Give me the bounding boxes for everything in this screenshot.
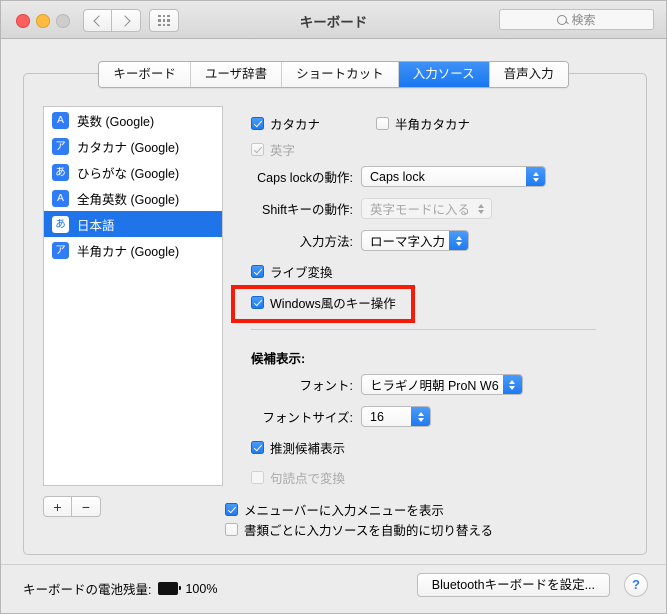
- input-source-badge-icon: A: [52, 111, 69, 129]
- checkbox-icon: [251, 143, 264, 156]
- predictive-candidates-checkbox[interactable]: 推測候補表示: [251, 438, 345, 457]
- show-input-menu-label: メニューバーに入力メニューを表示: [244, 503, 444, 518]
- list-item-label: 半角カナ (Google): [77, 244, 180, 259]
- hankaku-katakana-label: 半角カタカナ: [395, 118, 471, 132]
- add-input-source-button[interactable]: +: [43, 496, 72, 517]
- tab-keyboard[interactable]: キーボード: [99, 62, 191, 87]
- input-method-label: 入力方法:: [299, 235, 353, 249]
- input-source-badge-icon: A: [52, 189, 69, 207]
- list-item-selected[interactable]: あ 日本語: [44, 211, 222, 237]
- input-method-select[interactable]: ローマ字入力: [361, 230, 470, 251]
- auto-switch-source-checkbox[interactable]: 書類ごとに入力ソースを自動的に切り替える: [225, 519, 493, 539]
- live-conversion-label: ライブ変換: [270, 266, 333, 280]
- list-item[interactable]: ア カタカナ (Google): [44, 133, 222, 159]
- input-source-badge-icon: あ: [52, 215, 69, 233]
- auto-switch-source-label: 書類ごとに入力ソースを自動的に切り替える: [244, 523, 494, 538]
- candidates-heading: 候補表示:: [251, 348, 305, 367]
- caps-lock-value: Caps lock: [370, 169, 425, 184]
- katakana-label: カタカナ: [270, 118, 321, 132]
- caps-lock-label: Caps lockの動作:: [257, 171, 353, 185]
- search-placeholder: 検索: [571, 13, 596, 27]
- input-source-options-pane: カタカナ 半角カタカナ 英字 Caps lockの動作: Caps lock S…: [241, 106, 621, 486]
- hankaku-katakana-checkbox[interactable]: 半角カタカナ: [376, 114, 470, 133]
- checkbox-icon: [251, 441, 264, 454]
- caps-lock-row: Caps lockの動作: Caps lock: [241, 166, 546, 187]
- font-label: フォント:: [299, 379, 353, 393]
- battery-icon: [158, 582, 182, 595]
- setup-bluetooth-keyboard-button[interactable]: Bluetoothキーボードを設定...: [416, 573, 610, 597]
- font-size-value: 16: [370, 409, 384, 424]
- input-source-badge-icon: あ: [52, 163, 69, 181]
- input-method-row: 入力方法: ローマ字入力: [241, 230, 470, 251]
- checkbox-icon: [376, 117, 389, 130]
- list-item-label: 英数 (Google): [77, 114, 155, 129]
- input-method-value: ローマ字入力: [370, 235, 446, 249]
- candidates-heading-label: 候補表示:: [251, 352, 306, 366]
- list-item-label: 日本語: [77, 218, 115, 233]
- chevron-updown-icon: [474, 199, 487, 218]
- tab-shortcuts[interactable]: ショートカット: [282, 62, 399, 87]
- font-value: ヒラギノ明朝 ProN W6: [370, 379, 499, 393]
- section-divider: [251, 329, 596, 330]
- shift-key-row: Shiftキーの動作: 英字モードに入る: [241, 198, 493, 219]
- list-item[interactable]: ア 半角カナ (Google): [44, 237, 222, 263]
- list-item[interactable]: A 英数 (Google): [44, 107, 222, 133]
- input-source-list[interactable]: A 英数 (Google) ア カタカナ (Google) あ ひらがな (Go…: [43, 106, 223, 486]
- windows-keys-label: Windows風のキー操作: [270, 297, 396, 311]
- tab-bar: キーボード ユーザ辞書 ショートカット 入力ソース 音声入力: [1, 61, 666, 88]
- live-conversion-checkbox[interactable]: ライブ変換: [251, 262, 333, 281]
- chevron-updown-icon: [502, 375, 522, 394]
- shift-key-label: Shiftキーの動作:: [262, 203, 353, 217]
- window-titlebar: キーボード 検索: [1, 1, 666, 39]
- font-row: フォント: ヒラギノ明朝 ProN W6: [241, 374, 523, 395]
- checkbox-icon: [225, 522, 238, 536]
- caps-lock-select[interactable]: Caps lock: [361, 166, 546, 187]
- checkbox-icon: [251, 117, 264, 130]
- checkbox-icon: [225, 502, 238, 516]
- list-item-label: ひらがな (Google): [77, 166, 180, 181]
- tab-dictation[interactable]: 音声入力: [489, 62, 568, 87]
- list-add-remove-buttons: + −: [43, 496, 101, 517]
- global-input-options: メニューバーに入力メニューを表示 書類ごとに入力ソースを自動的に切り替える: [225, 499, 493, 539]
- show-input-menu-checkbox[interactable]: メニューバーに入力メニューを表示: [225, 499, 493, 519]
- chevron-updown-icon: [526, 167, 545, 186]
- font-size-row: フォントサイズ: 16: [241, 406, 431, 427]
- search-icon: [557, 14, 568, 25]
- checkbox-icon: [251, 471, 264, 484]
- preferences-window: キーボード 検索 キーボード ユーザ辞書 ショートカット 入力ソース 音声入力 …: [0, 0, 667, 614]
- katakana-checkbox[interactable]: カタカナ: [251, 114, 320, 133]
- list-item-label: 全角英数 (Google): [77, 192, 180, 207]
- tab-input-sources[interactable]: 入力ソース: [398, 62, 490, 87]
- shift-key-select: 英字モードに入る: [361, 198, 493, 219]
- footer-divider: [1, 564, 666, 565]
- input-source-badge-icon: ア: [52, 137, 69, 155]
- font-size-select[interactable]: 16: [361, 406, 431, 427]
- input-source-badge-icon: ア: [52, 241, 69, 259]
- search-input[interactable]: 検索: [499, 9, 654, 30]
- eiji-checkbox: 英字: [251, 140, 295, 159]
- list-item-label: カタカナ (Google): [77, 140, 180, 155]
- eiji-label: 英字: [270, 144, 296, 158]
- punctuation-conversion-checkbox: 句読点で変換: [251, 468, 345, 487]
- shift-key-value: 英字モードに入る: [370, 203, 471, 217]
- checkbox-icon: [251, 296, 264, 309]
- chevron-updown-icon: [449, 231, 469, 250]
- predictive-candidates-label: 推測候補表示: [270, 442, 346, 456]
- font-size-label: フォントサイズ:: [262, 411, 353, 425]
- punctuation-conversion-label: 句読点で変換: [270, 472, 346, 486]
- tab-user-dictionary[interactable]: ユーザ辞書: [190, 62, 283, 87]
- help-button[interactable]: ?: [624, 573, 648, 597]
- battery-value: 100%: [185, 581, 218, 596]
- remove-input-source-button[interactable]: −: [72, 496, 101, 517]
- battery-label: キーボードの電池残量:: [23, 583, 152, 597]
- windows-keys-checkbox[interactable]: Windows風のキー操作: [251, 293, 396, 312]
- battery-status: キーボードの電池残量: 100%: [23, 579, 217, 598]
- font-select[interactable]: ヒラギノ明朝 ProN W6: [361, 374, 523, 395]
- checkbox-icon: [251, 265, 264, 278]
- list-item[interactable]: あ ひらがな (Google): [44, 159, 222, 185]
- list-item[interactable]: A 全角英数 (Google): [44, 185, 222, 211]
- chevron-updown-icon: [411, 407, 430, 426]
